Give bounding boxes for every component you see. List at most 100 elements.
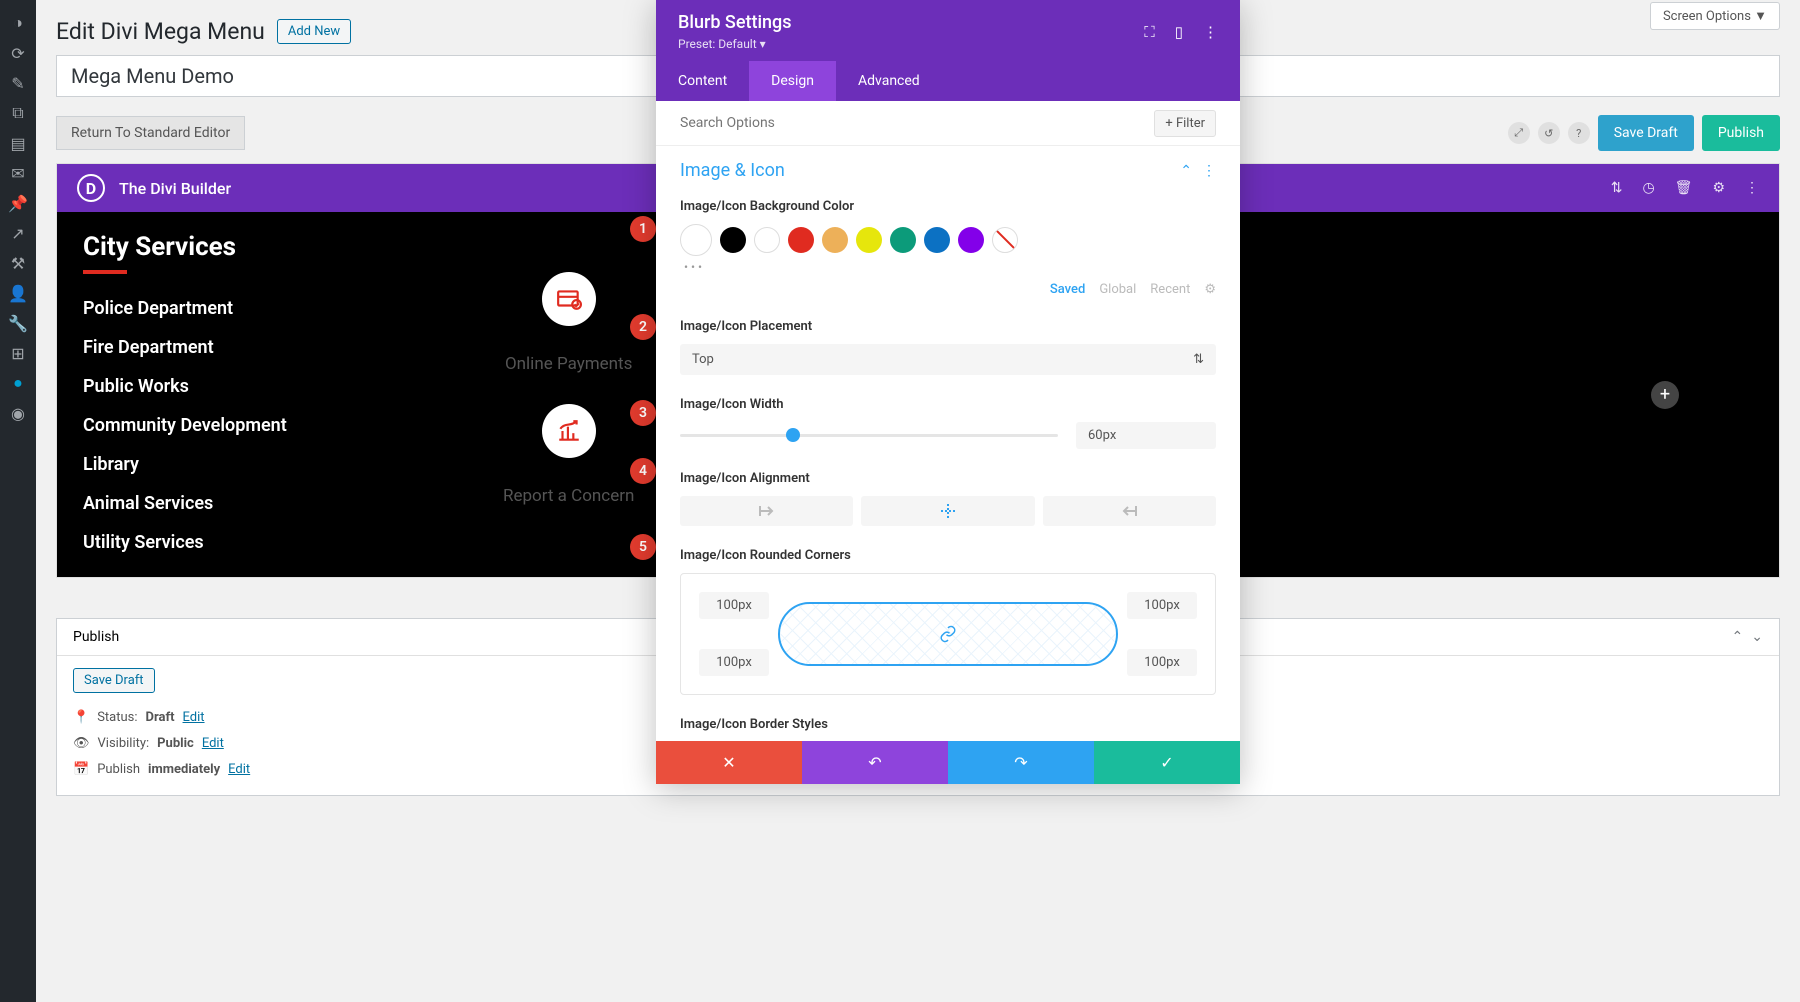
return-standard-editor-button[interactable]: Return To Standard Editor bbox=[56, 116, 245, 150]
modal-redo-button[interactable]: ↷ bbox=[948, 741, 1094, 784]
placement-select[interactable]: Top ⇅ bbox=[680, 344, 1216, 375]
corner-tr-input[interactable]: 100px bbox=[1127, 592, 1197, 619]
modal-title: Blurb Settings bbox=[678, 12, 792, 33]
color-swatch-yellow[interactable] bbox=[856, 227, 882, 253]
sort-icon[interactable]: ⇅ bbox=[1611, 180, 1623, 196]
color-swatch-teal[interactable] bbox=[890, 227, 916, 253]
list-item[interactable]: Community Development bbox=[83, 415, 423, 436]
section-image-icon-title[interactable]: Image & Icon bbox=[680, 160, 785, 181]
tab-design[interactable]: Design bbox=[749, 61, 836, 101]
color-saved-tab[interactable]: Saved bbox=[1050, 282, 1085, 297]
corner-br-input[interactable]: 100px bbox=[1127, 649, 1197, 676]
screen-options-button[interactable]: Screen Options ▼ bbox=[1650, 2, 1780, 30]
modal-undo-button[interactable]: ↶ bbox=[802, 741, 948, 784]
align-center-button[interactable] bbox=[861, 496, 1034, 526]
sidebar-users-icon[interactable]: 👤 bbox=[0, 278, 36, 308]
status-value: Draft bbox=[146, 705, 175, 731]
list-item[interactable]: Animal Services bbox=[83, 493, 423, 514]
sidebar-plugins-icon[interactable]: ⚒ bbox=[0, 248, 36, 278]
placement-value: Top bbox=[692, 352, 714, 367]
list-item[interactable]: Public Works bbox=[83, 376, 423, 397]
corners-label: Image/Icon Rounded Corners bbox=[680, 548, 1216, 563]
collapse-down-icon[interactable]: ⌄ bbox=[1751, 629, 1763, 645]
save-draft-button[interactable]: Save Draft bbox=[1598, 115, 1694, 151]
sidebar-comments-icon[interactable]: ✉ bbox=[0, 158, 36, 188]
clock-icon[interactable]: ◷ bbox=[1642, 180, 1654, 196]
sidebar-pages-icon[interactable]: ▤ bbox=[0, 128, 36, 158]
sidebar-settings-icon[interactable]: ⊞ bbox=[0, 338, 36, 368]
tab-advanced[interactable]: Advanced bbox=[836, 61, 942, 101]
section-more-icon[interactable]: ⋮ bbox=[1202, 163, 1216, 179]
width-value-input[interactable]: 60px bbox=[1076, 422, 1216, 449]
title-underline bbox=[83, 270, 127, 274]
color-swatch-red[interactable] bbox=[788, 227, 814, 253]
modal-preset[interactable]: Preset: Default ▾ bbox=[678, 37, 792, 51]
snap-icon[interactable]: ▯ bbox=[1175, 23, 1183, 41]
tab-content[interactable]: Content bbox=[656, 61, 749, 101]
list-item[interactable]: Library bbox=[83, 454, 423, 475]
color-swatch-purple[interactable] bbox=[958, 227, 984, 253]
link-icon[interactable] bbox=[939, 625, 957, 643]
calendar-icon: 📅 bbox=[73, 757, 89, 783]
more-icon[interactable]: ⋮ bbox=[1745, 180, 1759, 196]
search-options-input[interactable] bbox=[680, 109, 1144, 137]
corner-bl-input[interactable]: 100px bbox=[699, 649, 769, 676]
align-left-button[interactable] bbox=[680, 496, 853, 526]
modal-cancel-button[interactable]: ✕ bbox=[656, 741, 802, 784]
color-swatches bbox=[680, 224, 1216, 256]
sidebar-updates-icon[interactable]: ⟳ bbox=[0, 38, 36, 68]
publish-button[interactable]: Publish bbox=[1702, 115, 1780, 151]
color-gear-icon[interactable]: ⚙ bbox=[1204, 282, 1216, 297]
visibility-label: Visibility: bbox=[98, 731, 150, 757]
sidebar-dashboard-icon[interactable]: ◑ bbox=[0, 8, 36, 38]
width-label: Image/Icon Width bbox=[680, 397, 1216, 412]
blurb-report-concern[interactable]: Report a Concern bbox=[503, 404, 634, 506]
sidebar-divi-icon[interactable]: ● bbox=[0, 368, 36, 398]
sidebar-tools-icon[interactable]: 🔧 bbox=[0, 308, 36, 338]
slider-thumb[interactable] bbox=[786, 428, 800, 442]
trash-icon[interactable]: 🗑 bbox=[1675, 180, 1693, 196]
filter-button[interactable]: + Filter bbox=[1154, 110, 1216, 137]
corner-tl-input[interactable]: 100px bbox=[699, 592, 769, 619]
modal-save-button[interactable]: ✓ bbox=[1094, 741, 1240, 784]
add-module-button[interactable]: + bbox=[1651, 381, 1679, 409]
color-swatch-white[interactable] bbox=[754, 227, 780, 253]
list-item[interactable]: Utility Services bbox=[83, 532, 423, 553]
chevron-up-icon[interactable]: ⌃ bbox=[1180, 163, 1192, 179]
visibility-value: Public bbox=[157, 731, 194, 757]
expand-icon[interactable]: ⛶ bbox=[1144, 23, 1155, 41]
edit-status-link[interactable]: Edit bbox=[183, 705, 205, 731]
gear-icon[interactable]: ⚙ bbox=[1712, 180, 1725, 196]
edit-visibility-link[interactable]: Edit bbox=[202, 731, 224, 757]
responsive-icon[interactable]: ⤢ bbox=[1508, 122, 1530, 144]
color-global-tab[interactable]: Global bbox=[1099, 282, 1136, 297]
color-swatch-orange[interactable] bbox=[822, 227, 848, 253]
width-slider[interactable] bbox=[680, 434, 1058, 437]
help-icon[interactable]: ? bbox=[1568, 122, 1590, 144]
color-swatch-black[interactable] bbox=[720, 227, 746, 253]
color-swatch-white-selected[interactable] bbox=[680, 224, 712, 256]
sidebar-media-icon[interactable]: ⧉ bbox=[0, 98, 36, 128]
callout-3: 3 bbox=[630, 400, 656, 426]
sidebar-projects-icon[interactable]: 📌 bbox=[0, 188, 36, 218]
divi-logo-icon: D bbox=[77, 174, 105, 202]
collapse-up-icon[interactable]: ⌃ bbox=[1732, 629, 1744, 645]
color-recent-tab[interactable]: Recent bbox=[1150, 282, 1190, 297]
edit-publish-link[interactable]: Edit bbox=[228, 757, 250, 783]
sidebar-megamenu-icon[interactable]: ◉ bbox=[0, 398, 36, 428]
eye-icon: 👁 bbox=[73, 731, 90, 757]
sidebar-appearance-icon[interactable]: ↗ bbox=[0, 218, 36, 248]
sidebar-posts-icon[interactable]: ✎ bbox=[0, 68, 36, 98]
color-swatch-blue[interactable] bbox=[924, 227, 950, 253]
modal-more-icon[interactable]: ⋮ bbox=[1203, 23, 1218, 41]
blurb-online-payments[interactable]: Online Payments bbox=[503, 272, 634, 374]
align-right-button[interactable] bbox=[1043, 496, 1216, 526]
list-item[interactable]: Fire Department bbox=[83, 337, 423, 358]
list-item[interactable]: Police Department bbox=[83, 298, 423, 319]
color-swatch-none[interactable] bbox=[992, 227, 1018, 253]
history-icon[interactable]: ↺ bbox=[1538, 122, 1560, 144]
add-new-button[interactable]: Add New bbox=[277, 19, 351, 44]
color-more-dots[interactable]: • • • bbox=[680, 256, 1216, 274]
save-draft-small-button[interactable]: Save Draft bbox=[73, 668, 155, 693]
callout-5: 5 bbox=[630, 534, 656, 560]
